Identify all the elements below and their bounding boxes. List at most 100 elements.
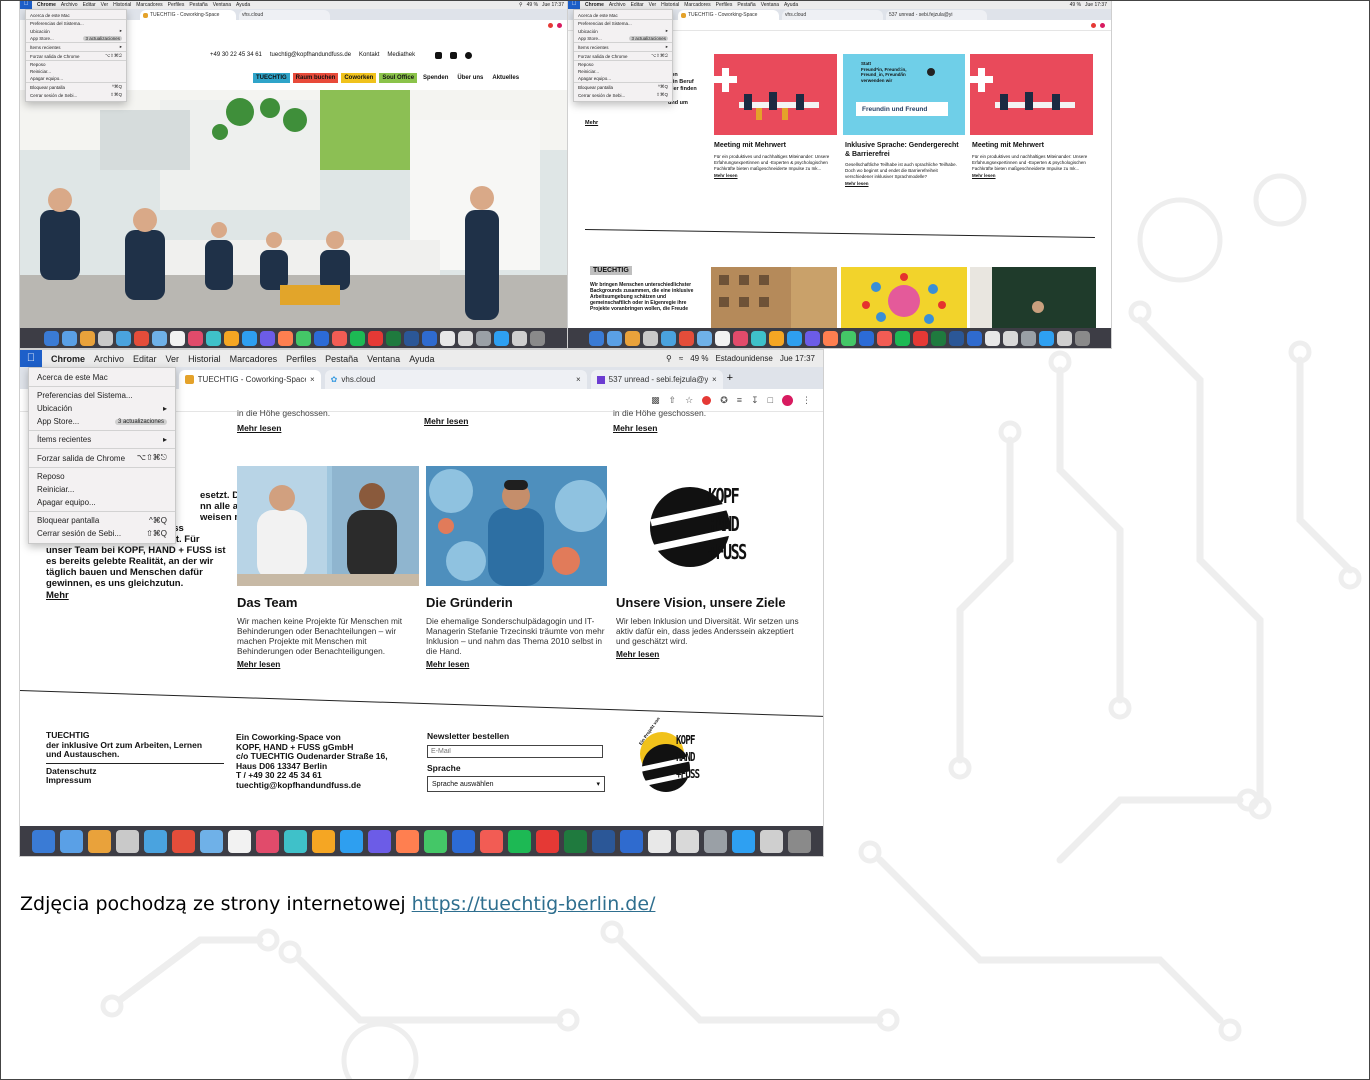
- dock-app-icon[interactable]: [805, 330, 820, 346]
- dock-app-icon[interactable]: [1003, 330, 1018, 346]
- dock-app-icon[interactable]: [223, 330, 239, 346]
- apple-icon[interactable]: : [20, 350, 42, 367]
- newsletter-email-input[interactable]: [427, 745, 603, 758]
- translate-icon[interactable]: ▩: [651, 395, 660, 406]
- menu-historial[interactable]: Historial: [188, 354, 221, 364]
- dock-app-icon[interactable]: [985, 330, 1000, 346]
- menu-historial[interactable]: Historial: [661, 2, 679, 8]
- dock-app-icon[interactable]: [88, 829, 111, 853]
- menu-item-preferences[interactable]: Preferencias del Sistema...: [26, 20, 126, 27]
- dock-app-icon[interactable]: [241, 330, 257, 346]
- dock-app-icon[interactable]: [859, 330, 874, 346]
- tab-mail[interactable]: 537 unread - sebi.fejzula@yi ×: [590, 370, 723, 389]
- menu-item-preferences[interactable]: Preferencias del Sistema...: [574, 20, 672, 27]
- menu-item-location[interactable]: Ubicación ▸: [574, 27, 672, 35]
- dock-app-icon[interactable]: [625, 330, 640, 346]
- dock-app-icon[interactable]: [200, 829, 223, 853]
- dock-app-icon[interactable]: [620, 829, 643, 853]
- nav-soul-office[interactable]: Soul Office: [379, 73, 418, 83]
- mediathek-link[interactable]: Mediathek: [387, 52, 415, 59]
- prev-card-link-1[interactable]: Mehr lesen: [237, 423, 281, 433]
- dock-app-icon[interactable]: [259, 330, 275, 346]
- dock-app-icon[interactable]: [704, 829, 727, 853]
- dock-app-icon[interactable]: [643, 330, 658, 346]
- menu-editar[interactable]: Editar: [631, 2, 644, 8]
- dock-app-icon[interactable]: [169, 330, 185, 346]
- dock-app-icon[interactable]: [331, 330, 347, 346]
- dock-app-icon[interactable]: [679, 330, 694, 346]
- card-link[interactable]: Mehr lesen: [972, 173, 1097, 179]
- prev-card-link-2[interactable]: Mehr lesen: [424, 416, 468, 426]
- menu-editar[interactable]: Editar: [83, 2, 96, 8]
- menu-item-shutdown[interactable]: Apagar equipo...: [29, 496, 175, 509]
- dock-app-icon[interactable]: [439, 330, 455, 346]
- menu-perfiles[interactable]: Perfiles: [168, 2, 185, 8]
- dock-app-icon[interactable]: [967, 330, 982, 346]
- dock-app-icon[interactable]: [949, 330, 964, 346]
- card-link[interactable]: Mehr lesen: [845, 181, 965, 187]
- input-source[interactable]: Estadounidense: [715, 354, 772, 363]
- menu-ayuda[interactable]: Ayuda: [784, 2, 798, 8]
- dock-app-icon[interactable]: [60, 829, 83, 853]
- sidepanel-icon[interactable]: □: [768, 395, 773, 405]
- menu-item-logout[interactable]: Cerrar sesión de Sebi... ⇧⌘Q: [26, 91, 126, 99]
- search-icon[interactable]: ⚲: [519, 2, 523, 8]
- tab-vhs[interactable]: vhs.cloud: [239, 10, 330, 20]
- dock-app-icon[interactable]: [421, 330, 437, 346]
- dock-app-icon[interactable]: [592, 829, 615, 853]
- apple-icon[interactable]: : [20, 0, 32, 9]
- menu-item-shutdown[interactable]: Apagar equipo...: [26, 75, 126, 82]
- dock-app-icon[interactable]: [931, 330, 946, 346]
- tab-vhs[interactable]: ✿ vhs.cloud ×: [324, 370, 587, 389]
- nav-coworken[interactable]: Coworken: [341, 73, 377, 83]
- menu-item-recent[interactable]: Ítems recientes ▸: [29, 433, 175, 446]
- dock-app-icon[interactable]: [457, 330, 473, 346]
- card-link[interactable]: Mehr lesen: [714, 173, 839, 179]
- dock-app-icon[interactable]: [760, 829, 783, 853]
- menu-archivo[interactable]: Archivo: [94, 354, 124, 364]
- dock-app-icon[interactable]: [396, 829, 419, 853]
- dock-app-icon[interactable]: [79, 330, 95, 346]
- prev-card-link-3[interactable]: Mehr lesen: [613, 423, 657, 433]
- menu-item-logout[interactable]: Cerrar sesión de Sebi... ⇧⌘Q: [29, 527, 175, 540]
- menu-item-force-quit[interactable]: Forzar salida de Chrome ⌥⇧⌘⎋: [26, 52, 126, 60]
- dock-app-icon[interactable]: [312, 829, 335, 853]
- dock-app-icon[interactable]: [385, 330, 401, 346]
- dock-app-icon[interactable]: [1075, 330, 1090, 346]
- tab-tuechtig[interactable]: TUECHTIG - Coworking-Space ×: [178, 370, 321, 389]
- menu-item-recent[interactable]: Ítems recientes ▸: [574, 43, 672, 51]
- tab-tuechtig[interactable]: TUECHTIG - Coworking-Space: [140, 10, 236, 20]
- menu-ayuda[interactable]: Ayuda: [409, 354, 434, 364]
- menu-item-recent[interactable]: Ítems recientes ▸: [26, 43, 126, 51]
- dock-app-icon[interactable]: [1021, 330, 1036, 346]
- footer-impressum-link[interactable]: Impressum: [46, 775, 224, 786]
- menu-item-shutdown[interactable]: Apagar equipo...: [574, 75, 672, 82]
- dock-app-icon[interactable]: [403, 330, 419, 346]
- menu-ayuda[interactable]: Ayuda: [236, 2, 250, 8]
- dock-app-icon[interactable]: [424, 829, 447, 853]
- dock-app-icon[interactable]: [913, 330, 928, 346]
- dock-app-icon[interactable]: [228, 829, 251, 853]
- dock-app-icon[interactable]: [564, 829, 587, 853]
- share-icon[interactable]: ⇧: [669, 395, 677, 406]
- close-icon[interactable]: ×: [576, 375, 581, 384]
- dock-app-icon[interactable]: [32, 829, 55, 853]
- menu-app[interactable]: Chrome: [585, 2, 604, 8]
- search-icon[interactable]: ⚲: [666, 354, 672, 363]
- dock-app-icon[interactable]: [116, 829, 139, 853]
- menu-item-about[interactable]: Acerca de este Mac: [26, 12, 126, 19]
- youtube-icon[interactable]: [450, 52, 458, 59]
- dock-app-icon[interactable]: [751, 330, 766, 346]
- dock-app-icon[interactable]: [144, 829, 167, 853]
- menu-item-lock[interactable]: Bloquear pantalla ^⌘Q: [26, 83, 126, 91]
- wifi-icon[interactable]: ≈: [679, 354, 683, 363]
- menu-marcadores[interactable]: Marcadores: [230, 354, 278, 364]
- card-link[interactable]: Mehr lesen: [616, 649, 806, 659]
- tab-mail[interactable]: 537 unread - sebi.fejzula@yi: [886, 10, 987, 20]
- close-icon[interactable]: ×: [310, 375, 315, 384]
- menu-item-about[interactable]: Acerca de este Mac: [29, 371, 175, 384]
- dock-app-icon[interactable]: [480, 829, 503, 853]
- dock-app-icon[interactable]: [475, 330, 491, 346]
- dock-app-icon[interactable]: [589, 330, 604, 346]
- dock-app-icon[interactable]: [205, 330, 221, 346]
